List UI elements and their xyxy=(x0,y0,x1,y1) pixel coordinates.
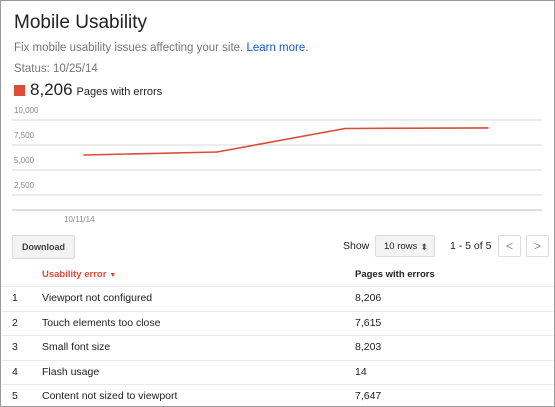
rows-per-page-value: 10 rows xyxy=(384,241,418,252)
prev-page-button[interactable]: < xyxy=(498,235,521,257)
errors-line-chart: 10,000 7,500 5,000 2,500 10/11/14 xyxy=(12,106,542,226)
row-error-name: Viewport not configured xyxy=(42,292,153,304)
data-point xyxy=(344,127,346,130)
y-tick-label: 5,000 xyxy=(14,156,35,165)
pagination-range: 1 - 5 of 5 xyxy=(450,240,492,252)
legend-swatch-icon xyxy=(14,84,25,96)
row-error-name: Touch elements too close xyxy=(42,316,161,329)
rows-per-page-select[interactable]: 10 rows ⬍ xyxy=(375,235,435,257)
page-subtitle: Fix mobile usability issues affecting yo… xyxy=(14,42,308,54)
x-tick-label: 10/11/14 xyxy=(64,215,95,224)
table-row[interactable]: 1 Viewport not configured 8,206 xyxy=(1,286,554,311)
y-tick-label: 2,500 xyxy=(14,181,35,190)
row-pages-count: 8,203 xyxy=(355,341,382,354)
learn-more-link[interactable]: Learn more. xyxy=(246,42,308,54)
row-error-name: Small font size xyxy=(42,341,111,354)
chevron-left-icon: < xyxy=(505,239,513,253)
chart-svg: 10,000 7,500 5,000 2,500 10/11/14 xyxy=(12,106,542,224)
table-row[interactable]: 3 Small font size 8,203 xyxy=(1,335,554,360)
status-date: Status: 10/25/14 xyxy=(14,63,98,75)
error-summary: 8,206 Pages with errors xyxy=(14,80,162,100)
row-pages-count: 8,206 xyxy=(355,292,382,304)
summary-value: 8,206 xyxy=(30,80,73,99)
column-header-label: Usability error xyxy=(42,269,107,280)
summary-label: Pages with errors xyxy=(76,86,163,98)
row-error-name: Flash usage xyxy=(42,365,100,378)
data-point xyxy=(83,154,85,156)
row-error-name: Content not sized to viewport xyxy=(42,390,178,403)
table-row[interactable]: 5 Content not sized to viewport 7,647 xyxy=(1,384,554,406)
sort-down-icon: ▼ xyxy=(109,272,117,279)
row-number: 5 xyxy=(12,390,18,403)
column-header-usability-error[interactable]: Usability error ▼ xyxy=(42,263,116,287)
row-number: 2 xyxy=(12,316,18,329)
row-pages-count: 7,615 xyxy=(355,316,382,329)
table-header-row: Usability error ▼ Pages with errors xyxy=(1,263,554,286)
table-row[interactable]: 4 Flash usage 14 xyxy=(1,359,554,385)
chevron-right-icon: > xyxy=(533,239,541,253)
data-point xyxy=(216,151,218,153)
updown-arrows-icon: ⬍ xyxy=(420,242,428,252)
page-title: Mobile Usability xyxy=(14,12,148,33)
row-pages-count: 7,647 xyxy=(355,390,382,403)
y-tick-label: 7,500 xyxy=(14,131,35,140)
row-pages-count: 14 xyxy=(355,365,367,378)
subtitle-text: Fix mobile usability issues affecting yo… xyxy=(14,42,244,54)
y-tick-label: 10,000 xyxy=(14,106,39,115)
data-point xyxy=(487,127,489,129)
column-header-pages-with-errors[interactable]: Pages with errors xyxy=(355,263,435,286)
table-row[interactable]: 2 Touch elements too close 7,615 xyxy=(1,310,554,336)
next-page-button[interactable]: > xyxy=(526,235,549,257)
mobile-usability-panel: Mobile Usability Fix mobile usability is… xyxy=(0,0,555,407)
download-button[interactable]: Download xyxy=(12,235,75,259)
row-number: 3 xyxy=(12,341,18,354)
series-line-pages-with-errors xyxy=(83,127,489,156)
row-number: 1 xyxy=(12,292,18,304)
row-number: 4 xyxy=(12,365,18,378)
show-label: Show xyxy=(343,240,370,252)
usability-errors-table: Usability error ▼ Pages with errors 1 Vie… xyxy=(1,263,554,406)
table-toolbar: Download Show 10 rows ⬍ 1 - 5 of 5 < > xyxy=(12,235,552,259)
